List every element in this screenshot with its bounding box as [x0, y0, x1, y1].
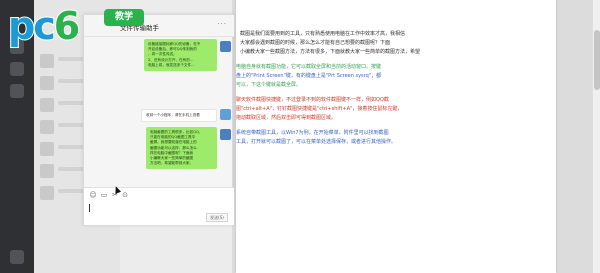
doc-paragraph: 可以，下这个键就是截全屏。	[236, 82, 302, 88]
history-icon[interactable]: ⊙	[121, 191, 129, 199]
avatar	[40, 142, 54, 156]
logo-wordmark: pc6	[7, 3, 82, 49]
avatar	[40, 120, 54, 134]
doc-paragraph: 小编教大家一些截图方法，方法有很多，下面就教大家一些简单的截图方法，希望能帮助到	[240, 49, 420, 55]
message-line: 电脑上将，就发送多个文件…	[148, 62, 195, 67]
logo-text-six: 6	[53, 3, 82, 49]
avatar	[40, 164, 54, 178]
avatar[interactable]	[220, 129, 231, 140]
settings-nav-icon[interactable]	[10, 250, 24, 264]
message-bubble[interactable]: 收到一个小程序，请在手机上查看	[141, 109, 217, 123]
message-line: 方法吧，希望能帮到大家。	[150, 161, 194, 166]
avatar	[40, 54, 54, 68]
pc6-logo: pc6 教学	[7, 3, 144, 52]
more-options-icon[interactable]: ···	[217, 20, 227, 28]
screen: 截图是我们需要用到的工具，只有熟悉使用电脑在工作中效率才高，我相信 大家都会遇到…	[0, 0, 600, 273]
text-caret	[89, 204, 90, 212]
message-bubble[interactable]: 电脑截图的工具很多，比如QQ， 只能在电脑的QQ截图工具中 截屏。我想要知道在电…	[146, 127, 217, 170]
scrollbar-thumb[interactable]	[594, 30, 600, 90]
logo-badge: 教学	[104, 9, 144, 26]
document-scrollbar[interactable]	[592, 0, 600, 273]
contacts-nav-icon[interactable]	[10, 62, 24, 76]
avatar	[40, 186, 54, 200]
favorites-nav-icon[interactable]	[10, 84, 24, 98]
message-list[interactable]: 设备链接图标即QQ的设备，在不 开启设备后，即可QQ传到我的 ，将一次性传送。 …	[84, 37, 234, 187]
message-line: 收到一个小程序，请在手机上查看	[146, 113, 200, 117]
message-input[interactable]: ☺ ▭ ✂ ⊙ 发送(S)	[84, 188, 234, 225]
message-bubble[interactable]: 设备链接图标即QQ的设备，在不 开启设备后，即可QQ传到我的 ，将一次性传送。 …	[144, 39, 217, 72]
avatar	[40, 98, 54, 112]
avatar[interactable]	[220, 41, 231, 52]
doc-paragraph: 聊天软件截图快捷键，不过登录不到的软件截图键不一样，例如QQ截	[236, 97, 389, 103]
doc-paragraph: 图"ctrl+alt+A"，钉钉截图快捷键是"ctrl+shift+A"，接着按…	[236, 106, 403, 112]
doc-paragraph: 盘上的"Print Screen"键，有的键盘上是"Prt Screen sys…	[236, 73, 382, 79]
logo-text-pc: pc	[7, 3, 57, 49]
doc-paragraph: 工具，打开就可以截图了，可以在菜单处选择保存，或者进行其他操作。	[236, 139, 397, 145]
send-button[interactable]: 发送(S)	[206, 213, 228, 222]
doc-paragraph: 电脑自身就有截图功能，它可以截取全屏和当前的活动窗口。按键	[236, 64, 382, 70]
avatar	[40, 76, 54, 90]
avatar[interactable]	[220, 109, 231, 120]
emoji-icon[interactable]: ☺	[89, 191, 97, 199]
doc-paragraph: 系统自带截图工具，以Win7为例，在开始菜单，附件里可以找到截图	[236, 130, 389, 136]
folder-icon[interactable]: ▭	[100, 191, 108, 199]
doc-paragraph: 拖动截取区域，然后双击即可得到截图区域。	[236, 115, 337, 121]
doc-paragraph: 截图是我们需要用到的工具，只有熟悉使用电脑在工作中效率才高，我相信	[240, 31, 406, 37]
doc-paragraph: 大家都会遇到截图的时候，那么怎么才能有自己想要的截图呢？下面	[240, 40, 391, 46]
